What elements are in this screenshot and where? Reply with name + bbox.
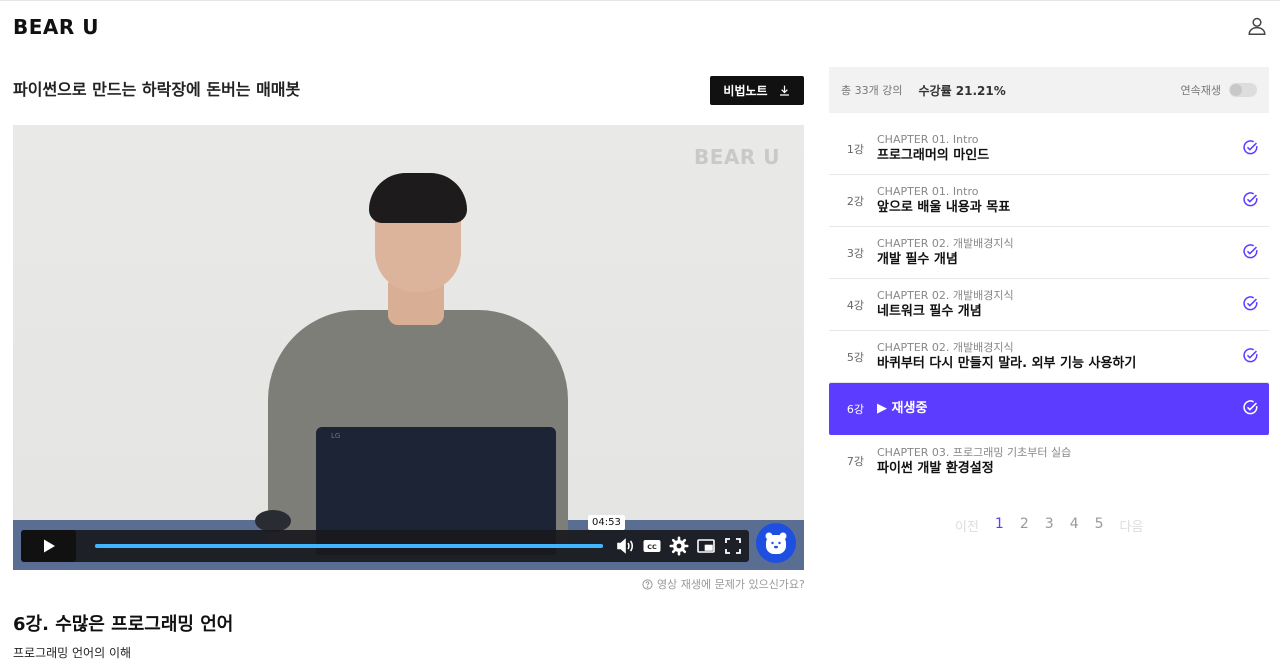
- bear-mascot-button[interactable]: [756, 523, 796, 563]
- lesson-title: 네트워크 필수 개념: [877, 304, 982, 319]
- lesson-chapter: CHAPTER 01. Intro: [877, 185, 979, 198]
- secret-note-button[interactable]: 비법노트: [710, 76, 804, 105]
- lesson-title: 바퀴부터 다시 만들지 말라. 외부 기능 사용하기: [877, 356, 1137, 371]
- lesson-item-4[interactable]: 4강 CHAPTER 02. 개발배경지식 네트워크 필수 개념: [829, 279, 1269, 331]
- lesson-item-3[interactable]: 3강 CHAPTER 02. 개발배경지식 개발 필수 개념: [829, 227, 1269, 279]
- pagination: 이전 1 2 3 4 5 다음: [955, 516, 1143, 535]
- lesson-title: 앞으로 배울 내용과 목표: [877, 200, 1011, 215]
- fullscreen-icon[interactable]: [723, 536, 743, 556]
- laptop-logo: LG: [331, 432, 341, 440]
- lesson-item-5[interactable]: 5강 CHAPTER 02. 개발배경지식 바퀴부터 다시 만들지 말라. 외부…: [829, 331, 1269, 383]
- lesson-chapter: CHAPTER 02. 개발배경지식: [877, 341, 1014, 354]
- report-problem-text: 영상 재생에 문제가 있으신가요?: [657, 578, 805, 591]
- seek-bar[interactable]: [95, 544, 603, 548]
- user-icon[interactable]: [1246, 15, 1268, 37]
- lesson-number: 7강: [846, 455, 864, 468]
- lesson-list: 1강 CHAPTER 01. Intro 프로그래머의 마인드 2강 CHAPT…: [829, 123, 1269, 487]
- lesson-subtitle: 프로그래밍 언어의 이해: [13, 646, 132, 660]
- now-playing-label: ▶ 재생중: [877, 401, 928, 416]
- lesson-number: 2강: [846, 194, 864, 208]
- lesson-chapter: CHAPTER 03. 프로그래밍 기초부터 실습: [877, 445, 1072, 459]
- play-icon: [43, 539, 55, 553]
- video-person-hair: [369, 173, 467, 223]
- lesson-title: 개발 필수 개념: [877, 252, 958, 267]
- picture-in-picture-icon[interactable]: [696, 536, 716, 556]
- lesson-number: 6강: [846, 403, 864, 416]
- svg-text:CC: CC: [647, 543, 657, 551]
- lesson-chapter: CHAPTER 02. 개발배경지식: [877, 289, 1014, 302]
- report-problem-link[interactable]: 영상 재생에 문제가 있으신가요?: [642, 576, 805, 592]
- check-circle-icon: [1243, 192, 1258, 207]
- logo[interactable]: BEAR U: [13, 15, 99, 39]
- video-player[interactable]: BEAR U LG 04:53 CC: [13, 125, 804, 570]
- course-title: 파이썬으로 만드는 하락장에 돈버는 매매봇: [13, 80, 301, 99]
- pager-page-2[interactable]: 2: [1020, 516, 1029, 535]
- lesson-title: 파이썬 개발 환경설정: [877, 460, 994, 476]
- top-header: BEAR U: [0, 0, 1280, 52]
- lesson-number: 4강: [846, 298, 864, 312]
- video-mouse: [255, 510, 291, 532]
- curriculum-header: 총 33개 강의 수강률 21.21% 연속재생: [829, 67, 1269, 113]
- autoplay-toggle[interactable]: [1229, 83, 1257, 97]
- video-controls: 04:53 CC: [21, 515, 749, 562]
- pager-prev[interactable]: 이전: [955, 516, 979, 535]
- play-button[interactable]: [21, 530, 76, 562]
- pager-page-3[interactable]: 3: [1045, 516, 1054, 535]
- curriculum-panel: 총 33개 강의 수강률 21.21% 연속재생 1강 CHAPTER 01. …: [829, 67, 1269, 487]
- secret-note-label: 비법노트: [723, 84, 768, 98]
- check-circle-icon: [1243, 296, 1258, 311]
- pager-page-1[interactable]: 1: [995, 516, 1004, 535]
- volume-icon[interactable]: [615, 536, 635, 556]
- lesson-number: 5강: [846, 350, 864, 364]
- time-tooltip: 04:53: [588, 515, 625, 530]
- lesson-number: 3강: [846, 246, 864, 260]
- video-watermark: BEAR U: [694, 145, 780, 169]
- question-circle-icon: [642, 578, 653, 590]
- check-circle-icon: [1243, 244, 1258, 259]
- lesson-number: 1강: [846, 142, 864, 156]
- lesson-item-1[interactable]: 1강 CHAPTER 01. Intro 프로그래머의 마인드: [829, 123, 1269, 175]
- autoplay-control: 연속재생: [1181, 82, 1257, 98]
- check-circle-icon: [1243, 400, 1258, 415]
- captions-icon[interactable]: CC: [642, 536, 662, 556]
- pager-next[interactable]: 다음: [1120, 516, 1144, 535]
- check-circle-icon: [1243, 348, 1258, 363]
- seek-bar-fill: [95, 544, 603, 548]
- lesson-chapter: CHAPTER 01. Intro: [877, 133, 979, 146]
- bear-mascot-icon: [765, 532, 787, 554]
- lesson-item-6-now-playing[interactable]: 6강 ▶ 재생중: [829, 383, 1269, 435]
- download-icon: [779, 85, 789, 96]
- lesson-item-2[interactable]: 2강 CHAPTER 01. Intro 앞으로 배울 내용과 목표: [829, 175, 1269, 227]
- lesson-heading: 6강. 수많은 프로그래밍 언어: [13, 614, 234, 635]
- lesson-item-7[interactable]: 7강 CHAPTER 03. 프로그래밍 기초부터 실습 파이썬 개발 환경설정: [829, 435, 1269, 487]
- total-lessons: 총 33개 강의: [841, 84, 903, 97]
- pager-page-4[interactable]: 4: [1070, 516, 1079, 535]
- check-circle-icon: [1243, 140, 1258, 155]
- settings-gear-icon[interactable]: [669, 536, 689, 556]
- autoplay-label: 연속재생: [1180, 84, 1221, 97]
- completion-rate: 수강률 21.21%: [918, 83, 1006, 98]
- pager-page-5[interactable]: 5: [1095, 516, 1104, 535]
- lesson-title: 프로그래머의 마인드: [877, 148, 990, 163]
- lesson-chapter: CHAPTER 02. 개발배경지식: [877, 237, 1014, 250]
